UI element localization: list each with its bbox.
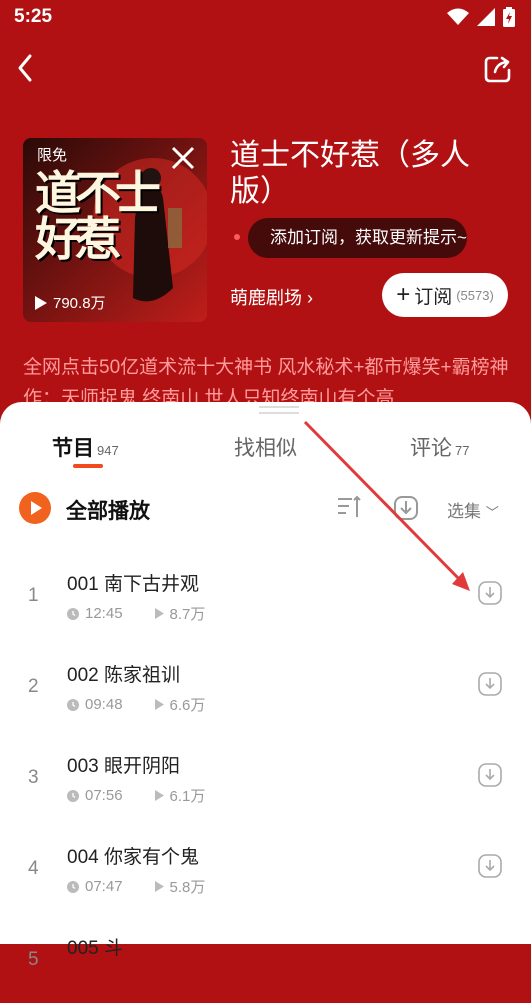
annotation-arrow: [303, 420, 470, 591]
episode-index: 5: [28, 949, 39, 970]
